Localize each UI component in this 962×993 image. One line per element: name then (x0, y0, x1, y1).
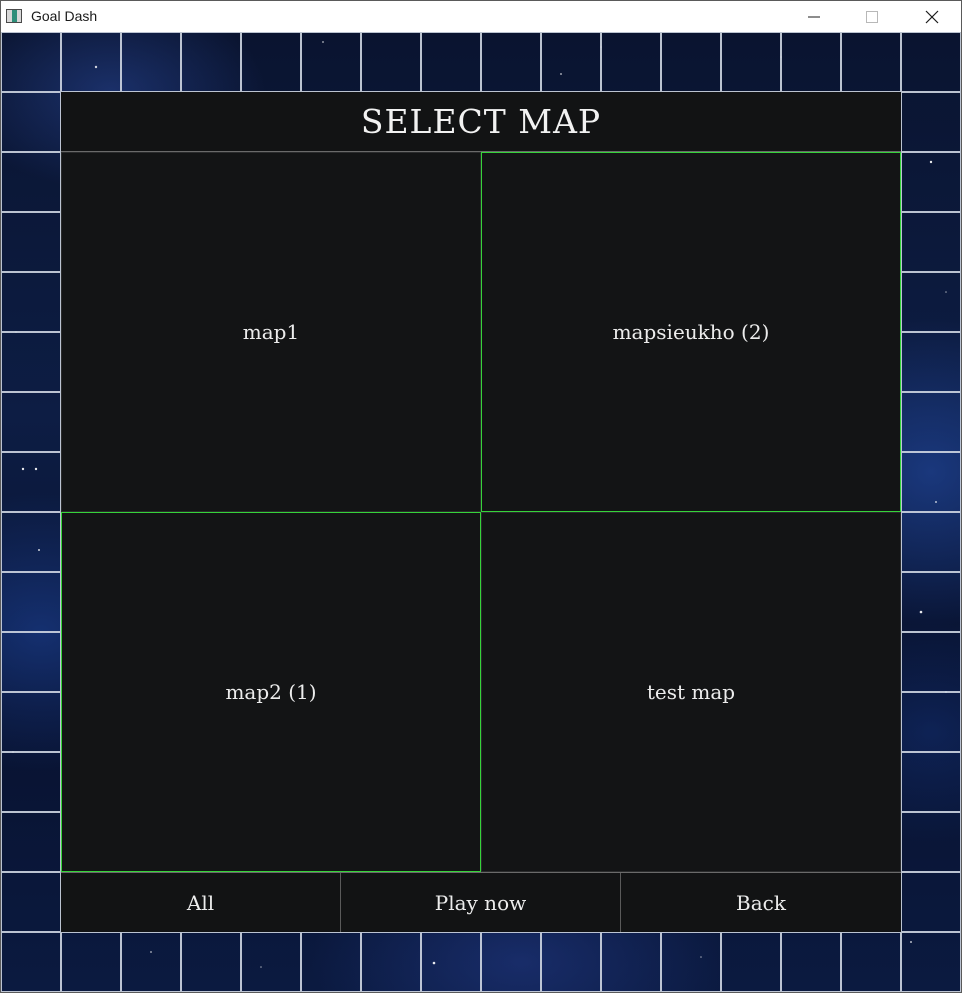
back-button[interactable]: Back (621, 873, 901, 932)
game-window: Goal Dash SELECT MAP map1 mapsieukho (2)… (0, 0, 962, 993)
map-option-map1[interactable]: map1 (61, 152, 481, 512)
map-grid: map1 mapsieukho (2) map2 (1) test map (61, 152, 901, 872)
action-bar: All Play now Back (61, 872, 901, 932)
select-map-panel: SELECT MAP map1 mapsieukho (2) map2 (1) … (61, 92, 901, 872)
minimize-icon (808, 16, 820, 17)
all-button[interactable]: All (61, 873, 341, 932)
game-canvas: SELECT MAP map1 mapsieukho (2) map2 (1) … (1, 32, 961, 992)
play-now-button[interactable]: Play now (341, 873, 621, 932)
page-title: SELECT MAP (61, 92, 901, 152)
maximize-icon (866, 10, 878, 23)
map-option-test-map[interactable]: test map (481, 512, 901, 872)
map-option-mapsieukho-2[interactable]: mapsieukho (2) (481, 152, 901, 512)
minimize-button[interactable] (785, 1, 843, 32)
window-title: Goal Dash (31, 8, 98, 24)
title-bar[interactable]: Goal Dash (1, 1, 961, 32)
maximize-button[interactable] (843, 1, 901, 32)
app-icon (6, 9, 22, 23)
close-button[interactable] (903, 1, 961, 32)
map-option-map2-1[interactable]: map2 (1) (61, 512, 481, 872)
close-icon (925, 10, 939, 23)
